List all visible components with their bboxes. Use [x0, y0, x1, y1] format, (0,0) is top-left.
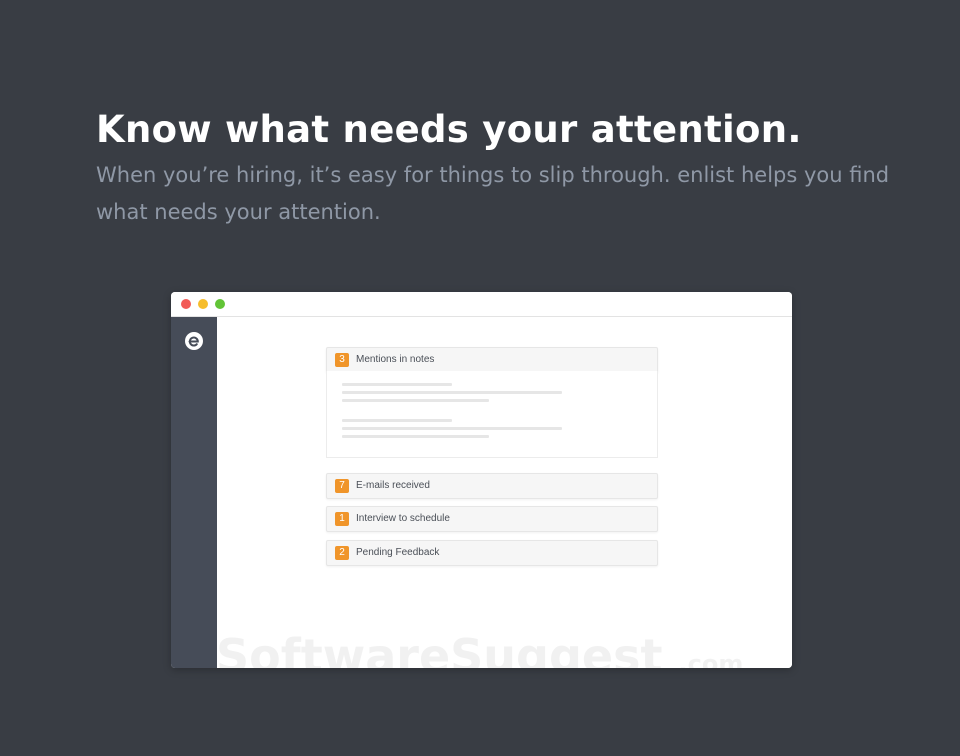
- panel-emails-received[interactable]: 7 E-mails received: [326, 473, 658, 499]
- close-window-button[interactable]: [181, 299, 191, 309]
- app-window: 3 Mentions in notes 7 E-mails received 1…: [171, 292, 792, 668]
- count-badge: 7: [335, 479, 349, 493]
- placeholder-line: [342, 391, 562, 394]
- hero-subtitle: When you’re hiring, it’s easy for things…: [96, 163, 890, 224]
- placeholder-line: [342, 383, 452, 386]
- panel-pending-feedback[interactable]: 2 Pending Feedback: [326, 540, 658, 566]
- panel-label: E-mails received: [356, 480, 430, 491]
- panel-interview-to-schedule[interactable]: 1 Interview to schedule: [326, 506, 658, 532]
- panel-label: Interview to schedule: [356, 513, 450, 524]
- placeholder-line: [342, 427, 562, 430]
- panel-mentions-in-notes[interactable]: 3 Mentions in notes: [326, 347, 658, 373]
- count-badge: 1: [335, 512, 349, 526]
- minimize-window-button[interactable]: [198, 299, 208, 309]
- sidebar: [171, 317, 217, 668]
- maximize-window-button[interactable]: [215, 299, 225, 309]
- panel-label: Pending Feedback: [356, 547, 440, 558]
- count-badge: 3: [335, 353, 349, 367]
- window-titlebar: [171, 292, 792, 317]
- placeholder-line: [342, 399, 489, 402]
- enlist-logo-icon[interactable]: [185, 332, 203, 350]
- mentions-expanded-area: [326, 371, 658, 458]
- placeholder-line: [342, 435, 489, 438]
- hero-title: Know what needs your attention.: [96, 108, 802, 151]
- placeholder-line: [342, 419, 452, 422]
- panel-label: Mentions in notes: [356, 354, 435, 365]
- count-badge: 2: [335, 546, 349, 560]
- main-content: 3 Mentions in notes 7 E-mails received 1…: [217, 317, 792, 668]
